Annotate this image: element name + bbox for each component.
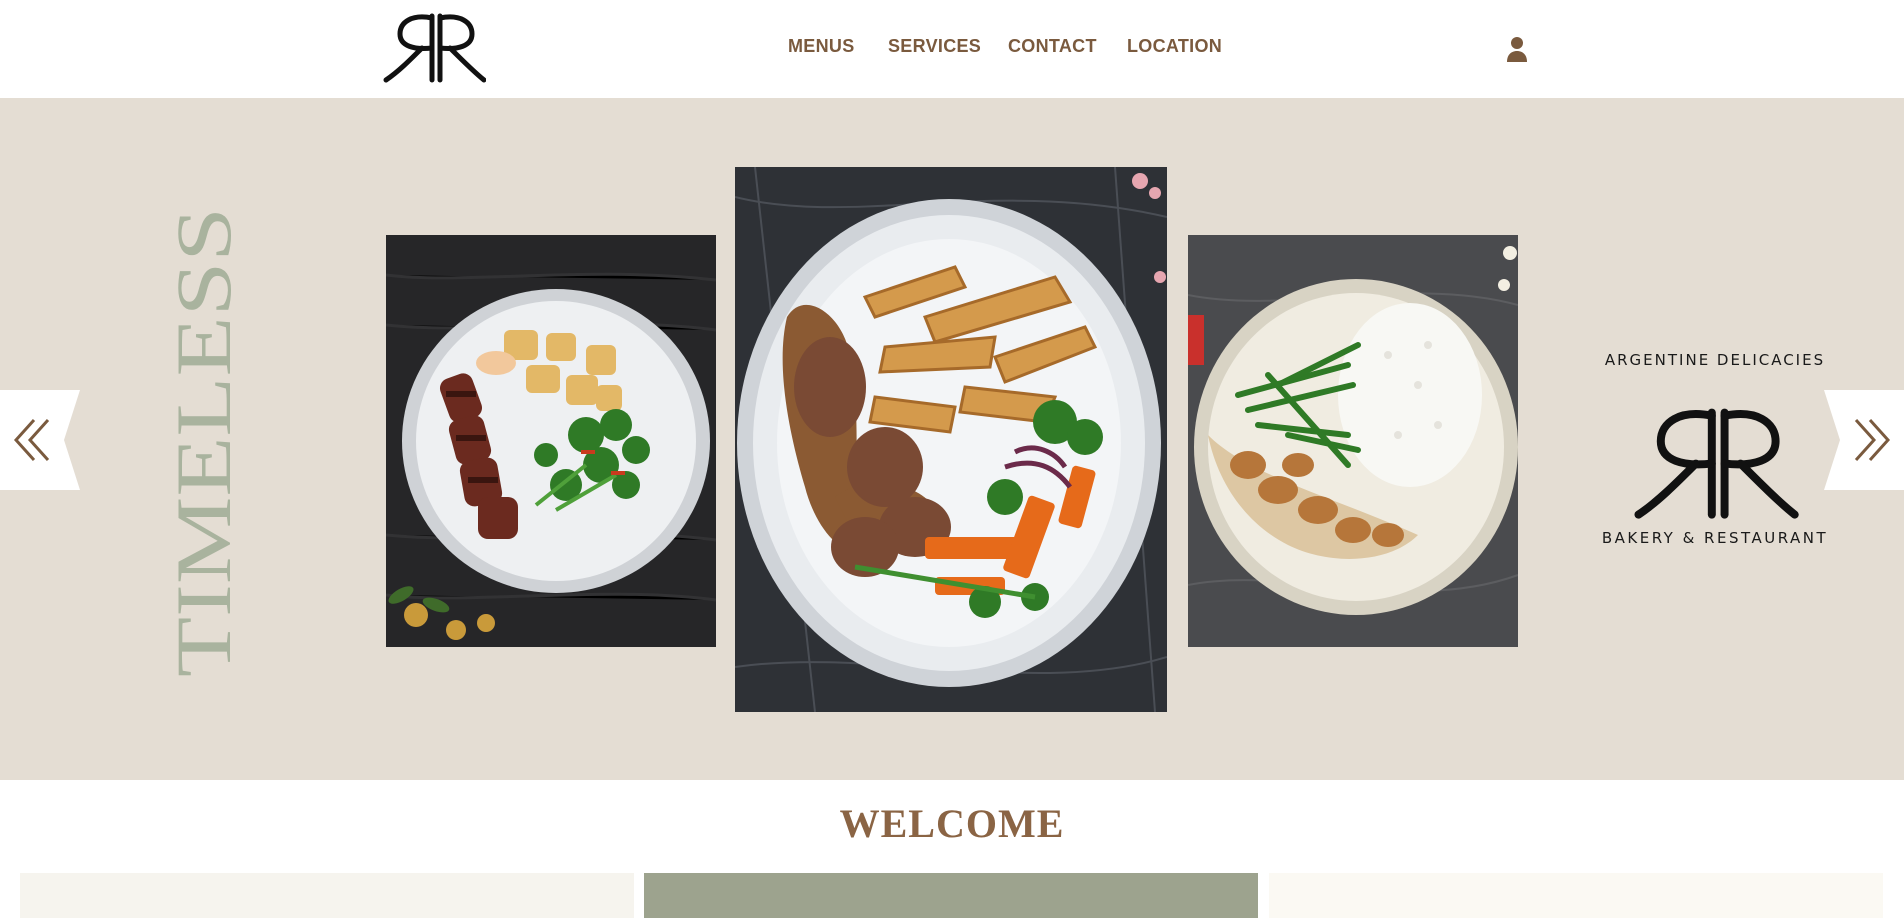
nav-menus[interactable]: MENUS (788, 36, 855, 57)
carousel-prev-button[interactable] (0, 390, 80, 490)
double-chevron-right-icon (1824, 390, 1904, 490)
main-nav: MENUS SERVICES CONTACT LOCATION (0, 36, 1904, 62)
nav-services[interactable]: SERVICES (888, 36, 981, 57)
nav-contact[interactable]: CONTACT (1008, 36, 1097, 57)
badge-subtitle: BAKERY & RESTAURANT (1601, 529, 1829, 547)
carousel-photo-chicken-rice[interactable] (1188, 235, 1518, 647)
brand-badge: ARGENTINE DELICACIES BAKERY & RESTAURANT (1600, 351, 1830, 561)
timeless-vertical-title: TIMELESS (160, 201, 247, 681)
badge-title: ARGENTINE DELICACIES (1604, 351, 1826, 369)
hero-carousel: TIMELESS ARGENTINE DELICACIES BAKERY & R… (0, 98, 1904, 780)
welcome-heading: WELCOME (839, 801, 1065, 846)
user-account-button[interactable] (1504, 34, 1530, 64)
welcome-card-2 (644, 873, 1258, 918)
carousel-next-button[interactable] (1824, 390, 1904, 490)
site-header: MENUS SERVICES CONTACT LOCATION (0, 0, 1904, 98)
badge-logo (1628, 403, 1802, 526)
double-chevron-left-icon (0, 390, 80, 490)
welcome-card-1 (20, 873, 634, 918)
user-icon (1507, 37, 1527, 62)
nav-location[interactable]: LOCATION (1127, 36, 1222, 57)
carousel-photo-steak[interactable] (386, 235, 716, 647)
welcome-card-3 (1269, 873, 1883, 918)
svg-text:TIMELESS: TIMELESS (172, 207, 244, 677)
carousel-photo-steak-wedges[interactable] (735, 167, 1167, 712)
